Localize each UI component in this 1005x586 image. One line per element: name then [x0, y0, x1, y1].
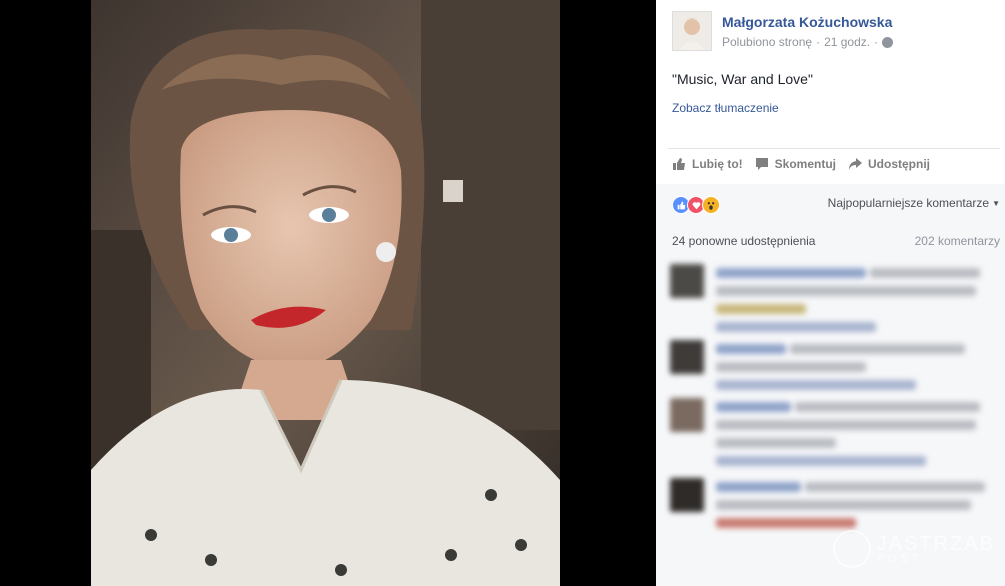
comment-author-blur [716, 402, 791, 412]
shares-count[interactable]: 24 ponowne udostępnienia [672, 234, 815, 248]
comment-author-blur [716, 344, 786, 354]
divider [668, 148, 1000, 149]
comment-text-blur [716, 500, 971, 510]
comment-avatar [670, 398, 704, 432]
share-icon [849, 158, 862, 170]
comment-author-blur [716, 482, 801, 492]
comment-links-blur [716, 380, 916, 390]
share-label: Udostępnij [868, 157, 930, 171]
author-avatar[interactable] [672, 11, 712, 51]
reactions-summary[interactable] [672, 196, 720, 214]
post-time[interactable]: 21 godz. [824, 35, 870, 49]
comment-sort-dropdown[interactable]: Najpopularniejsze komentarze ▼ [828, 196, 1000, 210]
post-side-panel: Małgorzata Kożuchowska Polubiono stronę … [656, 0, 1005, 586]
liked-page-label[interactable]: Polubiono stronę [722, 35, 812, 49]
comment-avatar [670, 264, 704, 298]
comment-item [670, 264, 1000, 334]
comment-avatar [670, 340, 704, 374]
watermark-logo-icon [832, 530, 871, 568]
comment-button[interactable]: Skomentuj [755, 157, 836, 171]
comment-text-blur [795, 402, 980, 412]
meta-separator-2: · [874, 35, 879, 49]
share-button[interactable]: Udostępnij [848, 157, 930, 171]
globe-icon [882, 36, 894, 48]
comment-icon [755, 158, 768, 170]
post-caption: "Music, War and Love" [672, 71, 813, 87]
wow-icon [702, 196, 720, 214]
comment-label: Skomentuj [774, 157, 836, 171]
comment-text-blur [716, 286, 976, 296]
watermark-subtext: POST [876, 552, 923, 565]
comment-text-blur [805, 482, 985, 492]
meta-separator: · [816, 35, 821, 49]
post-photo[interactable] [91, 0, 560, 586]
post-meta: Polubiono stronę · 21 godz. · [722, 35, 894, 49]
like-button[interactable]: Lubię to! [672, 157, 743, 171]
post-actions: Lubię to! Skomentuj Udostępnij [672, 157, 930, 171]
thumbs-up-icon [673, 158, 685, 170]
comment-author-blur [716, 268, 866, 278]
portrait-image [91, 0, 560, 586]
comment-links-blur [716, 456, 926, 466]
comment-item [670, 398, 1000, 470]
comment-text-blur [790, 344, 965, 354]
watermark-text: JASTRZAB [876, 532, 995, 555]
comment-text-blur [716, 518, 856, 528]
like-label: Lubię to! [692, 157, 743, 171]
comment-item [670, 340, 1000, 390]
photo-viewer [0, 0, 656, 586]
comment-links-blur [716, 322, 876, 332]
sort-label: Najpopularniejsze komentarze [827, 196, 990, 210]
comment-text-blur [716, 304, 806, 314]
watermark: JASTRZAB POST [832, 530, 995, 568]
comment-avatar [670, 478, 704, 512]
caret-down-icon: ▼ [992, 198, 1000, 208]
comments-count[interactable]: 202 komentarzy [915, 234, 1000, 248]
see-translation-link[interactable]: Zobacz tłumaczenie [672, 101, 779, 115]
comment-text-blur [870, 268, 980, 278]
comment-text-blur [716, 438, 836, 448]
comment-text-blur [716, 362, 866, 372]
comment-text-blur [716, 420, 976, 430]
author-name[interactable]: Małgorzata Kożuchowska [722, 14, 892, 30]
